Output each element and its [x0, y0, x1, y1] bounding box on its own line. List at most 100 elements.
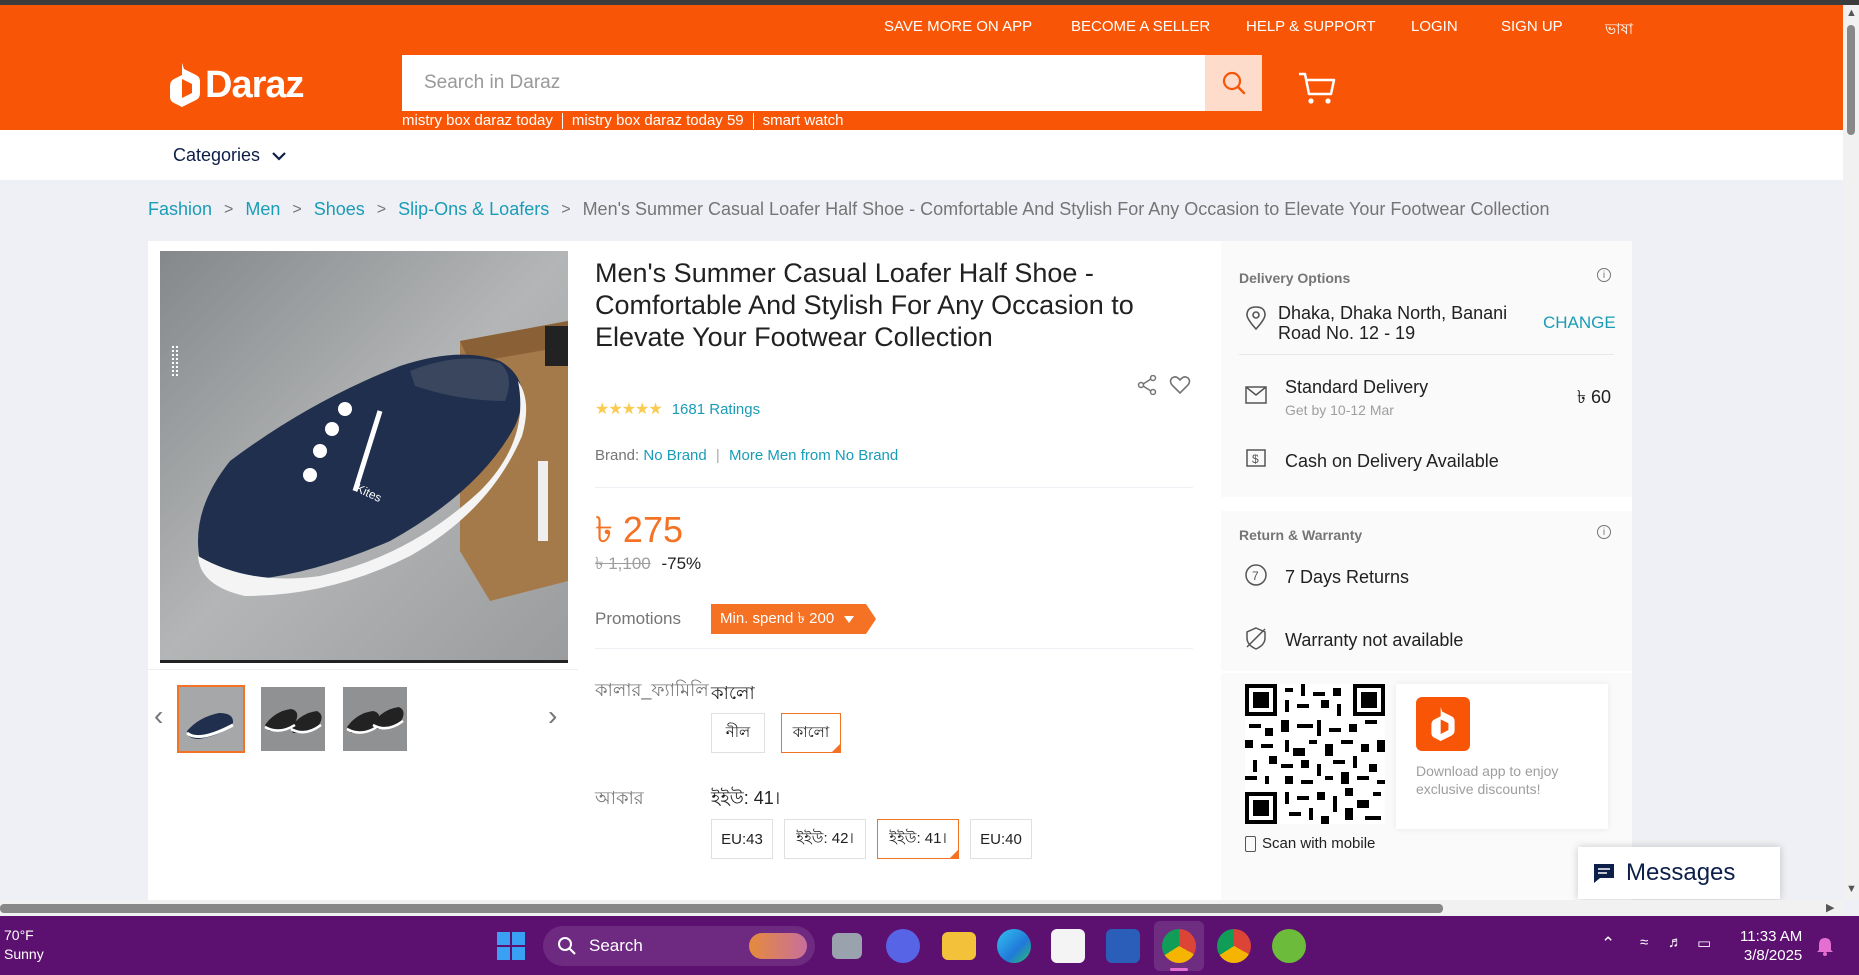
breadcrumb-shoes[interactable]: Shoes [314, 199, 365, 220]
more-from-brand-link[interactable]: More Men from No Brand [729, 447, 898, 464]
selected-size: ইইউ: 41। [711, 788, 781, 808]
color-option-blue[interactable]: নীল [711, 713, 765, 753]
thumbnail-3[interactable] [343, 687, 407, 751]
share-icon[interactable] [1137, 375, 1157, 395]
scroll-down-arrow-icon[interactable]: ▼ [1846, 883, 1857, 895]
weather-condition: Sunny [4, 946, 44, 962]
app-download-box[interactable]: Download app to enjoy exclusive discount… [1396, 684, 1608, 829]
messages-button[interactable]: Messages [1578, 847, 1780, 899]
chevron-right-icon: > [376, 200, 387, 218]
size-option-eu41[interactable]: ইইউ: 41। [877, 819, 959, 859]
site-header: SAVE MORE ON APP BECOME A SELLER HELP & … [0, 5, 1859, 130]
link-language[interactable]: ভাষা [1605, 18, 1633, 43]
product-main-image[interactable]: Kites [160, 251, 568, 663]
suggestion-link[interactable]: mistry box daraz today [402, 113, 563, 129]
cart-icon[interactable] [1298, 70, 1336, 106]
scroll-right-arrow-icon[interactable]: ▶ [1826, 901, 1834, 914]
chevron-right-icon: > [292, 200, 302, 218]
horizontal-scroll-thumb[interactable] [0, 904, 1443, 913]
delivery-box-icon [1245, 386, 1267, 404]
cash-icon: $ [1246, 449, 1266, 467]
search-icon [558, 937, 576, 955]
standard-delivery-eta: Get by 10-12 Mar [1285, 402, 1394, 418]
breadcrumb-slip-ons-loafers[interactable]: Slip-Ons & Loafers [398, 199, 549, 220]
search-button[interactable] [1205, 55, 1262, 111]
size-option-eu40[interactable]: EU:40 [970, 819, 1032, 859]
daraz-app-icon [1416, 697, 1470, 751]
scroll-up-arrow-icon[interactable]: ▲ [1846, 7, 1857, 19]
chrome-icon[interactable] [1162, 929, 1196, 963]
wifi-icon[interactable]: ≈ [1640, 934, 1648, 951]
info-icon[interactable]: i [1597, 268, 1611, 282]
daraz-logo[interactable]: Daraz [170, 60, 304, 110]
daraz-logo-icon [1431, 707, 1455, 741]
scan-text: Scan with mobile [1262, 835, 1376, 852]
categories-dropdown[interactable]: Categories [173, 145, 286, 166]
ratings-count-link[interactable]: 1681 Ratings [672, 401, 760, 418]
chevron-right-icon: > [224, 200, 234, 218]
thumbnail-2[interactable] [261, 687, 325, 751]
heart-icon[interactable] [1169, 375, 1191, 395]
warranty-label: Warranty not available [1285, 630, 1464, 650]
horizontal-scrollbar[interactable]: ▶ [0, 900, 1843, 916]
suggestion-link[interactable]: mistry box daraz today 59 [563, 113, 754, 129]
link-help-support[interactable]: HELP & SUPPORT [1246, 18, 1376, 35]
delivery-panel: Delivery Options i Dhaka, Dhaka North, B… [1221, 241, 1632, 901]
size-option-eu42[interactable]: ইইউ: 42। [784, 819, 866, 859]
shoe-image: Kites [160, 251, 568, 660]
system-clock[interactable]: 11:33 AM 3/8/2025 [1740, 927, 1802, 965]
breadcrumb-men[interactable]: Men [245, 199, 280, 220]
volume-icon[interactable]: ♬ [1668, 934, 1683, 951]
promotion-tag[interactable]: Min. spend ৳ 200 [711, 604, 877, 634]
teams-icon[interactable] [886, 929, 920, 963]
size-option-eu43[interactable]: EU:43 [711, 819, 773, 859]
vertical-scrollbar[interactable]: ▲ ▼ [1843, 5, 1859, 900]
standard-delivery-label: Standard Delivery [1285, 377, 1429, 397]
windows-start-icon[interactable] [497, 932, 525, 960]
search-highlight-icon [749, 933, 807, 959]
thumb-next-arrow-icon[interactable]: › [548, 700, 557, 732]
delivery-options-title: Delivery Options [1239, 270, 1351, 286]
breadcrumb-current: Men's Summer Casual Loafer Half Shoe - C… [582, 199, 1550, 219]
suggestion-link[interactable]: smart watch [754, 113, 853, 129]
chrome-profile-icon[interactable] [1217, 929, 1251, 963]
chevron-up-icon[interactable]: ⌃ [1601, 934, 1615, 954]
divider [595, 487, 1193, 488]
link-save-more-on-app[interactable]: SAVE MORE ON APP [884, 18, 1032, 35]
microsoft-store-icon[interactable] [1051, 929, 1085, 963]
link-login[interactable]: LOGIN [1411, 18, 1458, 35]
link-become-a-seller[interactable]: BECOME A SELLER [1071, 18, 1210, 35]
info-icon[interactable]: i [1597, 525, 1611, 539]
return-icon: 7 [1245, 564, 1267, 586]
link-signup[interactable]: SIGN UP [1501, 18, 1563, 35]
brand-link[interactable]: No Brand [643, 447, 706, 464]
search-input[interactable] [402, 55, 1207, 111]
task-view-icon[interactable] [832, 933, 862, 959]
thumbnail-1[interactable] [177, 685, 245, 753]
standard-delivery-price: ৳ 60 [1577, 387, 1611, 407]
utorrent-icon[interactable] [1272, 929, 1306, 963]
promotions-label: Promotions [595, 609, 681, 628]
clock-time: 11:33 AM [1740, 928, 1803, 945]
weather-widget[interactable]: 70°F Sunny [4, 926, 44, 964]
notification-bell-icon[interactable] [1816, 936, 1834, 956]
svg-text:7: 7 [1252, 569, 1259, 583]
qr-code-icon [1245, 684, 1385, 824]
size-label: আকার [595, 788, 644, 808]
thumbnail-strip: ‹ › [148, 669, 578, 753]
change-address-link[interactable]: CHANGE [1543, 313, 1616, 333]
thumb-prev-arrow-icon[interactable]: ‹ [154, 700, 163, 732]
edge-browser-icon[interactable] [997, 929, 1031, 963]
file-explorer-icon[interactable] [942, 932, 976, 960]
delivery-address: Dhaka, Dhaka North, Banani Road No. 12 -… [1278, 303, 1508, 343]
vertical-scroll-thumb[interactable] [1847, 25, 1855, 135]
breadcrumb-fashion[interactable]: Fashion [148, 199, 212, 220]
color-family-label: কালার_ফ্যামিলি [595, 680, 709, 700]
return-warranty-title: Return & Warranty [1239, 527, 1363, 543]
taskbar-search[interactable]: Search [543, 926, 815, 966]
brand-row: Brand: No Brand | More Men from No Brand [595, 447, 898, 464]
word-icon[interactable] [1106, 929, 1140, 963]
color-option-black[interactable]: কালো [781, 713, 841, 753]
thumbnail-image [343, 687, 407, 751]
battery-icon[interactable]: ▭ [1697, 934, 1711, 952]
